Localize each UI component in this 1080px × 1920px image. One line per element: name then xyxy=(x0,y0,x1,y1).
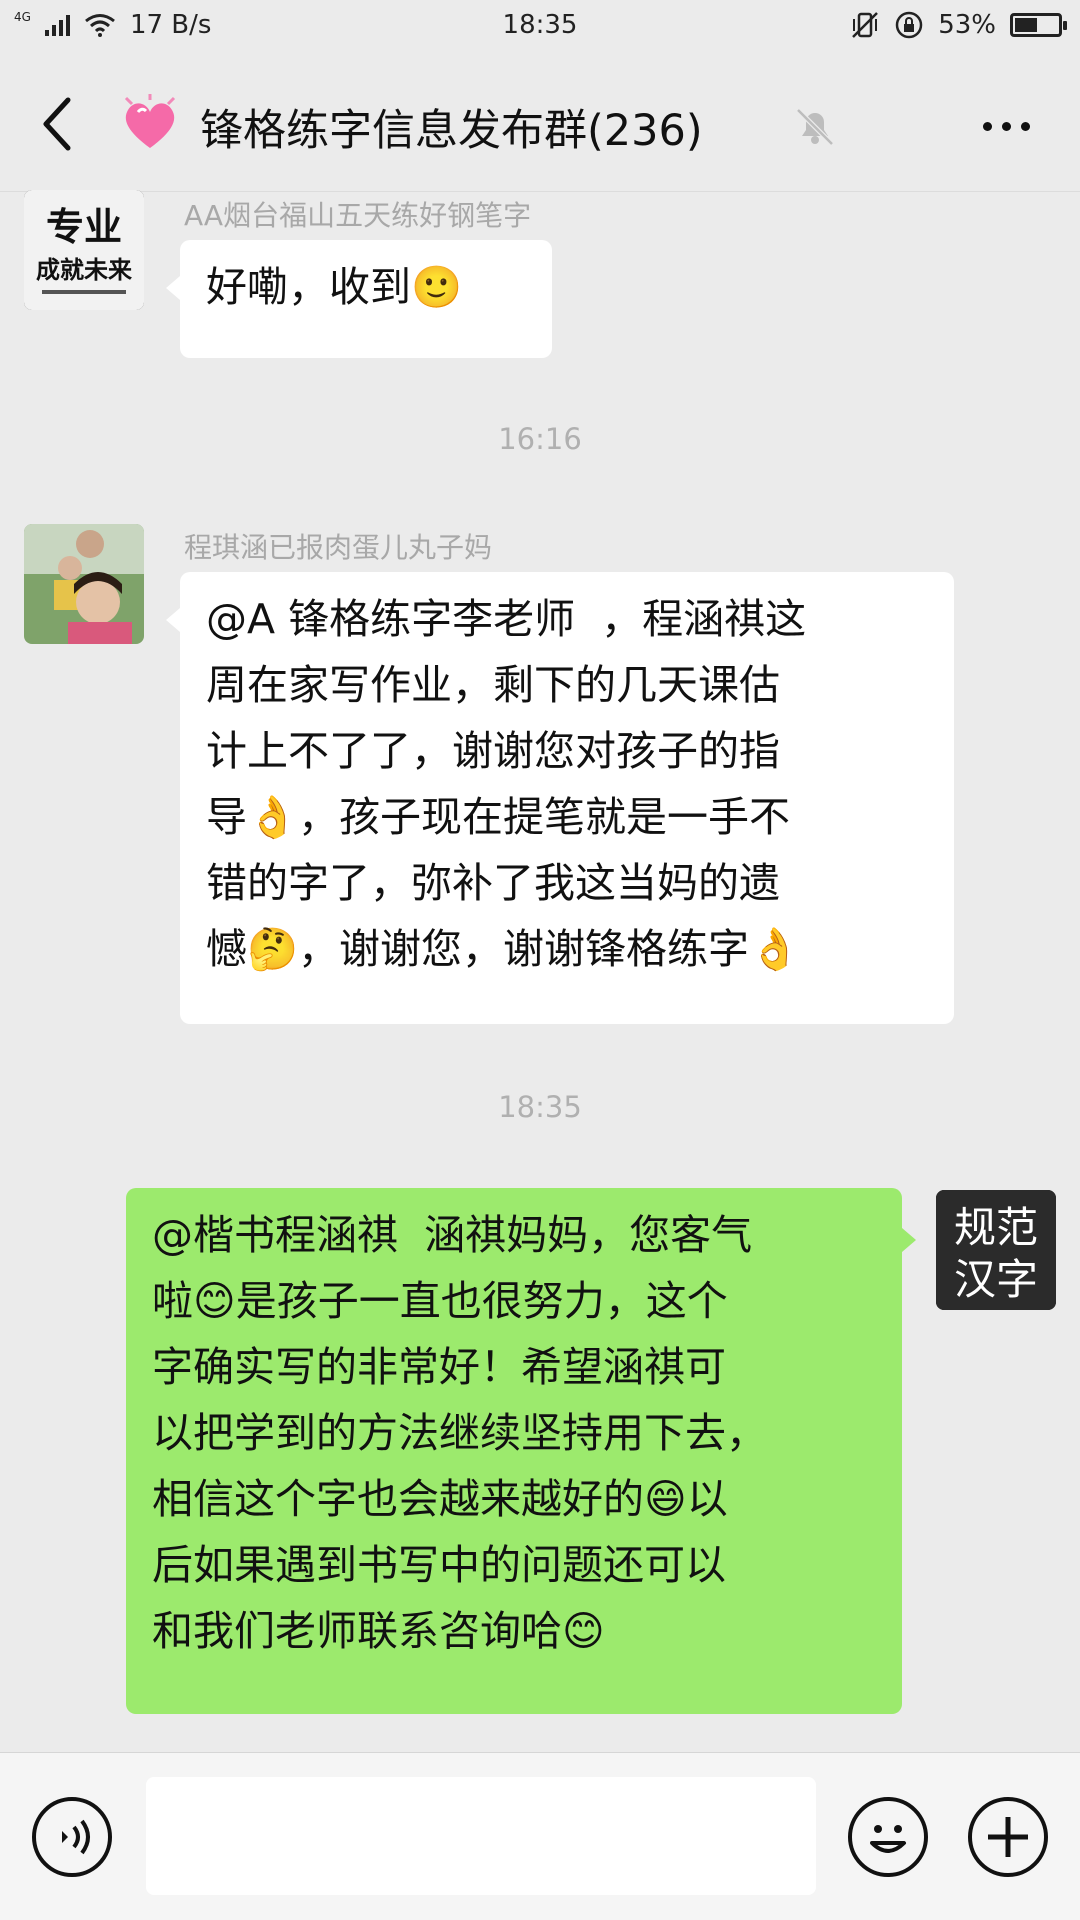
message-bubble[interactable]: 好嘞，收到🙂 xyxy=(166,240,552,358)
avatar-text-line1: 专业 xyxy=(46,204,122,249)
avatar[interactable] xyxy=(24,524,144,644)
voice-icon xyxy=(62,1819,90,1855)
battery-percent: 53% xyxy=(938,10,996,40)
avatar-photo xyxy=(24,524,144,644)
chat-title: 锋格练字信息发布群(236) xyxy=(200,106,703,156)
avatar-text-line1: 规范 xyxy=(954,1203,1038,1252)
emoji-button[interactable] xyxy=(848,1797,928,1877)
time-divider: 18:35 xyxy=(498,1090,582,1124)
status-bar: 4G 17 B/s 18:35 53% xyxy=(0,0,1080,52)
vibrate-off-icon xyxy=(852,12,879,38)
battery-icon xyxy=(1010,13,1067,37)
message-bubble-self[interactable]: @楷书程涵祺 涵祺妈妈，您客气 啦😊是孩子一直也很努力，这个 字确实写的非常好！… xyxy=(126,1188,916,1714)
avatar-text-line2: 成就未来 xyxy=(36,255,133,284)
message-input[interactable] xyxy=(146,1777,816,1895)
input-bar xyxy=(0,1752,1080,1920)
rotation-lock-icon xyxy=(895,11,923,39)
more-icon[interactable] xyxy=(983,122,1030,131)
avatar[interactable]: 专业 成就未来 xyxy=(24,190,144,310)
sender-name: AA烟台福山五天练好钢笔字 xyxy=(184,199,532,232)
avatar-text-line2: 汉字 xyxy=(954,1255,1038,1304)
avatar-self-image: 规范 汉字 xyxy=(936,1190,1056,1310)
chat-header: 锋格练字信息发布群(236) xyxy=(0,52,1080,192)
heart-icon xyxy=(124,94,176,148)
sender-name: 程琪涵已报肉蛋儿丸子妈 xyxy=(184,531,493,564)
avatar-image: 专业 成就未来 xyxy=(24,190,144,310)
mute-bell-icon xyxy=(796,108,834,146)
voice-button[interactable] xyxy=(32,1797,112,1877)
message-bubble[interactable]: @A 锋格练字李老师 ，程涵祺这 周在家写作业，剩下的几天课估 计上不了了，谢谢… xyxy=(166,572,954,1024)
plus-icon xyxy=(988,1817,1028,1857)
time-divider: 16:16 xyxy=(498,422,582,456)
plus-button[interactable] xyxy=(968,1797,1048,1877)
emoji-icon xyxy=(870,1825,906,1853)
back-arrow-icon[interactable] xyxy=(38,94,78,154)
avatar-self[interactable]: 规范 汉字 xyxy=(936,1190,1056,1310)
